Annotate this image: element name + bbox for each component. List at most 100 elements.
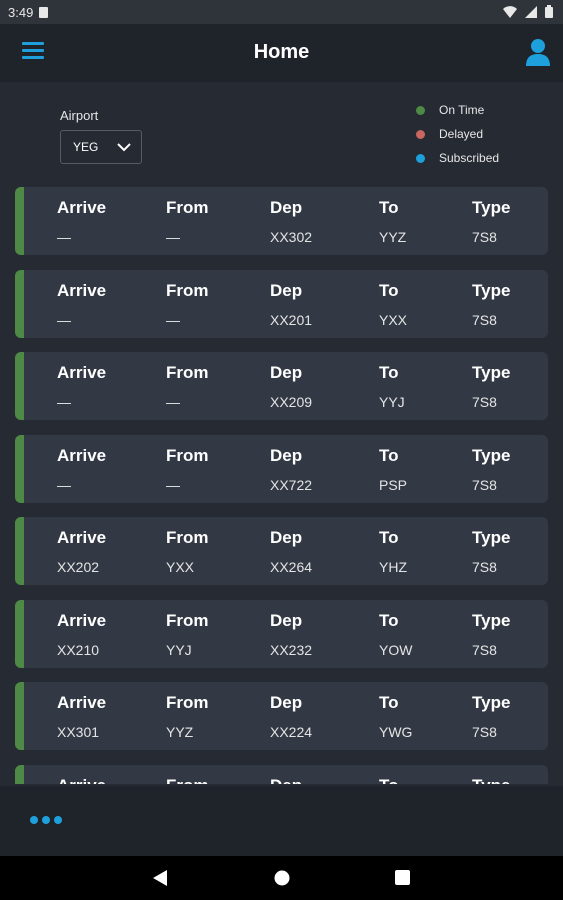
app-bar: Home <box>0 24 563 82</box>
flight-cell-dep: Dep XX302 <box>270 198 312 245</box>
legend-item-delayed: Delayed <box>416 122 499 146</box>
flight-value-type: 7S8 <box>472 394 497 410</box>
flight-value-dep: XX209 <box>270 394 313 410</box>
flight-value-type: 7S8 <box>472 641 497 658</box>
flight-card[interactable]: Arrive — From — Dep XX302 To YYZ Type 7S8 <box>15 187 548 255</box>
column-header-dep: Dep <box>270 776 302 785</box>
flight-cell-dep: Dep XX722 <box>270 446 312 493</box>
flight-cell-arrive: Arrive XX210 <box>57 611 106 658</box>
legend-label: Delayed <box>439 127 484 141</box>
column-header-arrive: Arrive <box>57 610 107 630</box>
flight-cell-from: From — <box>166 363 209 410</box>
recents-icon[interactable] <box>395 870 410 885</box>
flight-value-dep: XX224 <box>270 724 313 740</box>
flight-cell-to: To YYJ <box>379 363 405 410</box>
flight-cell-to: To YYZ <box>379 198 406 245</box>
flight-cell-from: From <box>166 776 209 785</box>
flight-value-to: YWG <box>379 724 413 740</box>
column-header-from: From <box>166 693 209 712</box>
status-bar: 3:49 <box>0 0 563 24</box>
home-icon[interactable] <box>274 870 290 886</box>
flight-cell-dep: Dep XX224 <box>270 693 312 740</box>
flight-cell-dep: Dep XX209 <box>270 363 312 410</box>
flight-cell-arrive: Arrive XX301 <box>57 693 106 740</box>
flight-value-to: PSP <box>379 476 408 493</box>
flight-cell-to: To <box>379 776 399 785</box>
column-header-type: Type <box>472 776 510 785</box>
flight-value-from: — <box>166 311 180 328</box>
column-header-type: Type <box>472 280 511 300</box>
flight-card[interactable]: Arrive XX202 From YXX Dep XX264 To YHZ Type 7S8 <box>15 517 548 585</box>
flight-cell-type: Type <box>472 776 510 785</box>
flight-cell-type: Type 7S8 <box>472 693 510 740</box>
flight-cell-to: To YWG <box>379 693 412 740</box>
flight-value-from: — <box>166 476 180 493</box>
bottom-bar <box>0 786 563 856</box>
column-header-arrive: Arrive <box>57 776 106 785</box>
column-header-to: To <box>379 198 399 217</box>
column-header-arrive: Arrive <box>57 280 107 300</box>
flight-cell-type: Type 7S8 <box>472 363 510 410</box>
airport-filter-label: Airport <box>60 108 99 123</box>
flight-value-dep: XX264 <box>270 559 313 575</box>
status-time: 3:49 <box>8 4 34 20</box>
status-indicator-bar <box>15 764 24 784</box>
flight-value-arrive: — <box>57 476 71 493</box>
flight-value-to: YXX <box>379 311 408 328</box>
column-header-from: From <box>166 280 209 300</box>
flight-value-to: YHZ <box>379 559 407 575</box>
column-header-type: Type <box>472 445 511 465</box>
flight-card[interactable]: Arrive From Dep To Type <box>15 764 548 785</box>
flight-cell-to: To PSP <box>379 446 407 493</box>
flight-card[interactable]: Arrive — From — Dep XX209 To YYJ Type 7S8 <box>15 352 548 420</box>
column-header-from: From <box>166 776 209 785</box>
flight-value-dep: XX232 <box>270 641 313 658</box>
status-indicator-bar <box>15 599 24 668</box>
flight-cell-arrive: Arrive — <box>57 363 106 410</box>
column-header-from: From <box>166 198 209 217</box>
flight-value-type: 7S8 <box>472 311 497 328</box>
column-header-to: To <box>379 363 399 382</box>
flight-card[interactable]: Arrive XX210 From YYJ Dep XX232 To YOW Type 7S8 <box>15 599 548 668</box>
chevron-down-icon <box>117 143 131 152</box>
legend-dot-subscribed <box>416 153 425 163</box>
user-icon[interactable] <box>525 38 551 66</box>
flight-value-type: 7S8 <box>472 229 497 245</box>
flight-cell-type: Type 7S8 <box>472 528 510 575</box>
column-header-arrive: Arrive <box>57 363 107 382</box>
flight-cell-type: Type 7S8 <box>472 198 510 245</box>
status-indicator-bar <box>15 352 24 420</box>
flight-value-arrive: — <box>57 394 71 410</box>
more-options-icon[interactable] <box>30 816 62 824</box>
airport-dropdown[interactable]: YEG <box>60 130 142 164</box>
column-header-dep: Dep <box>270 280 303 300</box>
column-header-dep: Dep <box>270 693 303 712</box>
column-header-dep: Dep <box>270 528 303 547</box>
battery-icon <box>545 5 553 18</box>
back-icon[interactable] <box>153 870 167 886</box>
column-header-arrive: Arrive <box>57 445 107 465</box>
column-header-type: Type <box>472 693 511 712</box>
flight-value-from: YYZ <box>166 724 194 740</box>
column-header-to: To <box>379 280 399 300</box>
flight-cell-arrive: Arrive — <box>57 281 106 328</box>
flight-cell-dep: Dep XX232 <box>270 611 312 658</box>
flight-value-dep: XX302 <box>270 229 313 245</box>
legend-dot-delayed <box>416 129 425 139</box>
column-header-type: Type <box>472 363 511 382</box>
flight-value-dep: XX722 <box>270 476 313 493</box>
column-header-from: From <box>166 528 209 547</box>
flight-card[interactable]: Arrive — From — Dep XX201 To YXX Type 7S8 <box>15 269 548 338</box>
status-indicator-bar <box>15 517 24 585</box>
flight-card[interactable]: Arrive XX301 From YYZ Dep XX224 To YWG Type 7S8 <box>15 682 548 750</box>
flight-cell-to: To YHZ <box>379 528 407 575</box>
flight-list[interactable]: Arrive — From — Dep XX302 To YYZ Type 7S8 Arrive — F… <box>15 187 548 784</box>
column-header-dep: Dep <box>270 198 303 217</box>
flight-value-arrive: XX301 <box>57 724 100 740</box>
flight-cell-type: Type 7S8 <box>472 446 510 493</box>
status-icons <box>503 5 553 18</box>
flight-value-from: — <box>166 394 180 410</box>
column-header-to: To <box>379 445 399 465</box>
legend-dot-on-time <box>416 105 425 115</box>
flight-card[interactable]: Arrive — From — Dep XX722 To PSP Type 7S8 <box>15 434 548 503</box>
